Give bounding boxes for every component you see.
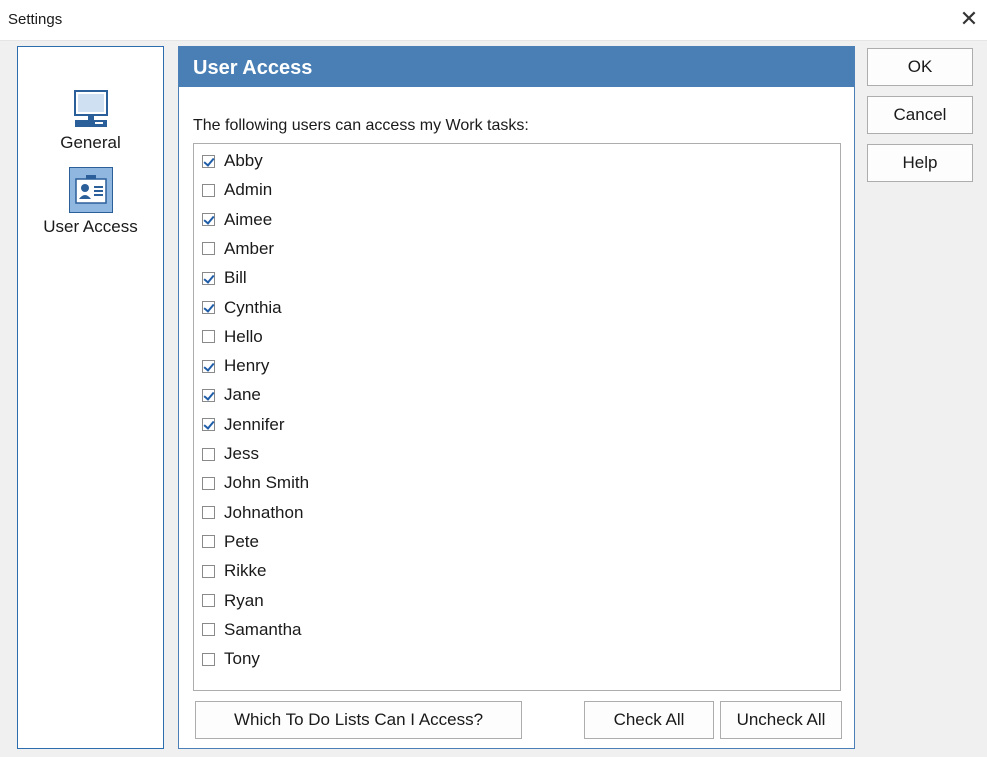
check-all-button[interactable]: Check All bbox=[584, 701, 714, 739]
checked-checkbox[interactable] bbox=[202, 154, 215, 168]
user-row[interactable]: Jennifer bbox=[202, 411, 284, 439]
user-row[interactable]: Jess bbox=[202, 440, 259, 468]
nav-item-user-access[interactable]: User Access bbox=[18, 167, 163, 237]
user-row[interactable]: Ryan bbox=[202, 587, 264, 615]
user-checklist[interactable]: Abby Admin Aimee Amber Bill Cynthia Hello Henry… bbox=[193, 143, 841, 691]
close-icon[interactable]: ✕ bbox=[957, 8, 981, 32]
user-row[interactable]: Abby bbox=[202, 147, 263, 175]
user-row[interactable]: Jane bbox=[202, 381, 261, 409]
user-row[interactable]: Henry bbox=[202, 352, 269, 380]
user-row[interactable]: Pete bbox=[202, 528, 259, 556]
user-name: Rikke bbox=[224, 561, 267, 581]
user-name: Ryan bbox=[224, 590, 264, 610]
monitor-icon bbox=[73, 90, 108, 127]
checked-checkbox[interactable] bbox=[202, 271, 215, 285]
checked-checkbox[interactable] bbox=[202, 388, 215, 402]
user-name: Jess bbox=[224, 444, 259, 463]
unchecked-checkbox[interactable] bbox=[202, 242, 215, 256]
user-name: Amber bbox=[224, 238, 275, 258]
cancel-button[interactable]: Cancel bbox=[867, 96, 973, 134]
checked-checkbox[interactable] bbox=[202, 359, 215, 373]
user-name: Jennifer bbox=[224, 414, 285, 434]
id-card-icon bbox=[68, 167, 113, 213]
panel-description: The following users can access my Work t… bbox=[193, 117, 529, 134]
checked-checkbox[interactable] bbox=[202, 213, 215, 227]
user-row[interactable]: Amber bbox=[202, 235, 274, 263]
user-name: John Smith bbox=[224, 473, 310, 493]
user-name: Hello bbox=[224, 326, 263, 346]
user-name: Tony bbox=[224, 649, 260, 669]
unchecked-checkbox[interactable] bbox=[202, 476, 215, 490]
unchecked-checkbox[interactable] bbox=[202, 564, 215, 578]
unchecked-checkbox[interactable] bbox=[202, 447, 215, 461]
ok-button[interactable]: OK bbox=[867, 48, 973, 86]
help-button[interactable]: Help bbox=[867, 144, 973, 182]
checked-checkbox[interactable] bbox=[202, 301, 215, 314]
user-row[interactable]: Hello bbox=[202, 323, 263, 351]
user-name: Aimee bbox=[224, 209, 273, 229]
unchecked-checkbox[interactable] bbox=[202, 535, 215, 549]
user-row[interactable]: Cynthia bbox=[202, 294, 282, 322]
unchecked-checkbox[interactable] bbox=[202, 594, 215, 607]
uncheck-all-button[interactable]: Uncheck All bbox=[720, 701, 842, 739]
user-row[interactable]: Aimee bbox=[202, 206, 272, 234]
title-bar: Settings ✕ bbox=[0, 0, 987, 41]
user-name: Pete bbox=[224, 531, 259, 551]
user-name: Abby bbox=[224, 151, 263, 170]
settings-nav: General User Access bbox=[17, 46, 164, 749]
user-row[interactable]: Johnathon bbox=[202, 499, 303, 527]
nav-item-general[interactable]: General bbox=[18, 89, 163, 153]
unchecked-checkbox[interactable] bbox=[202, 623, 215, 637]
user-row[interactable]: Tony bbox=[202, 645, 260, 673]
which-lists-button[interactable]: Which To Do Lists Can I Access? bbox=[195, 701, 522, 739]
user-name: Bill bbox=[224, 268, 247, 288]
checked-checkbox[interactable] bbox=[202, 418, 215, 432]
unchecked-checkbox[interactable] bbox=[202, 183, 215, 197]
unchecked-checkbox[interactable] bbox=[202, 506, 215, 520]
user-name: Jane bbox=[224, 385, 261, 405]
user-row[interactable]: John Smith bbox=[202, 469, 309, 497]
user-row[interactable]: Rikke bbox=[202, 557, 267, 585]
user-access-panel: User Access The following users can acce… bbox=[178, 46, 855, 749]
user-row[interactable]: Bill bbox=[202, 264, 247, 292]
nav-label-user-access: User Access bbox=[43, 217, 138, 236]
user-name: Johnathon bbox=[224, 502, 304, 522]
user-name: Henry bbox=[224, 356, 270, 376]
unchecked-checkbox[interactable] bbox=[202, 652, 215, 666]
user-name: Cynthia bbox=[224, 297, 282, 317]
user-row[interactable]: Samantha bbox=[202, 616, 302, 644]
user-row[interactable]: Admin bbox=[202, 176, 272, 204]
nav-label-general: General bbox=[60, 133, 121, 152]
panel-title: User Access bbox=[179, 47, 854, 87]
user-name: Admin bbox=[224, 180, 273, 200]
window-title: Settings bbox=[8, 11, 63, 28]
unchecked-checkbox[interactable] bbox=[202, 330, 215, 344]
user-name: Samantha bbox=[224, 619, 302, 639]
